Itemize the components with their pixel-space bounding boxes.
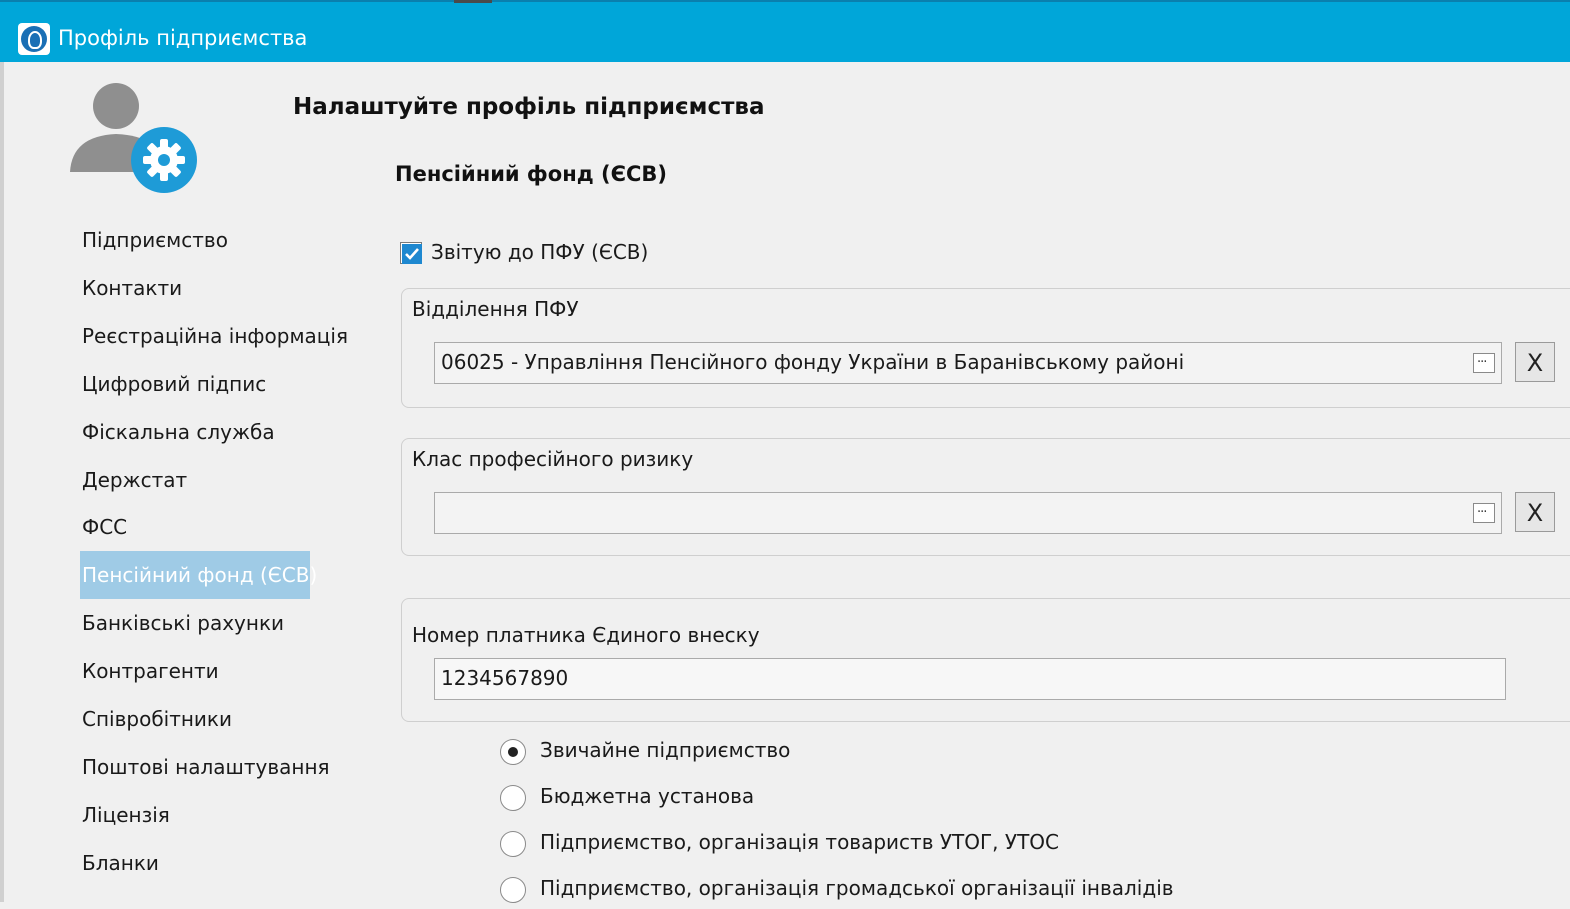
sidebar-item-license[interactable]: Ліцензія xyxy=(80,791,172,839)
sidebar-item-pension-fund[interactable]: Пенсійний фонд (ЄСВ) xyxy=(80,551,317,599)
sidebar-item-contacts[interactable]: Контакти xyxy=(80,264,184,312)
radio-label: Звичайне підприємство xyxy=(540,738,791,762)
sidebar-item-fss[interactable]: ФСС xyxy=(80,503,129,551)
checkmark-icon xyxy=(402,244,422,264)
pfu-department-label: Відділення ПФУ xyxy=(412,297,579,321)
radio-label: Підприємство, організація громадської ор… xyxy=(540,876,1174,900)
pfu-department-field[interactable]: 06025 - Управління Пенсійного фонду Укра… xyxy=(434,342,1502,384)
window-title: Профіль підприємства xyxy=(58,26,308,50)
section-title: Пенсійний фонд (ЄСВ) xyxy=(395,162,668,186)
sidebar-item-enterprise[interactable]: Підприємство xyxy=(80,216,230,264)
sidebar-item-digital-signature[interactable]: Цифровий підпис xyxy=(80,360,268,408)
risk-class-browse-button[interactable] xyxy=(1473,501,1495,523)
report-pfu-label: Звітую до ПФУ (ЄСВ) xyxy=(431,240,649,264)
pfu-department-value: 06025 - Управління Пенсійного фонду Укра… xyxy=(441,350,1185,374)
payer-number-group: Номер платника Єдиного внеску 1234567890 xyxy=(401,598,1570,722)
pfu-department-clear-button[interactable]: X xyxy=(1515,342,1555,382)
sidebar-item-employees[interactable]: Співробітники xyxy=(80,695,234,743)
profile-settings-icon xyxy=(70,83,197,193)
radio-button[interactable] xyxy=(500,831,526,857)
risk-class-clear-button[interactable]: X xyxy=(1515,492,1555,532)
radio-label: Бюджетна установа xyxy=(540,784,755,808)
window-left-border xyxy=(0,62,4,902)
pfu-department-group: Відділення ПФУ 06025 - Управління Пенсій… xyxy=(401,288,1570,408)
radio-button-selected[interactable] xyxy=(500,739,526,765)
sidebar-item-counterparties[interactable]: Контрагенти xyxy=(80,647,221,695)
app-logo-icon xyxy=(18,23,50,55)
sidebar-item-forms[interactable]: Бланки xyxy=(80,839,161,887)
radio-label: Підприємство, організація товариств УТОГ… xyxy=(540,830,1060,854)
sidebar-item-registration-info[interactable]: Реєстраційна інформація xyxy=(80,312,350,360)
title-bar: Профіль підприємства xyxy=(0,0,1570,62)
radio-button[interactable] xyxy=(500,877,526,903)
report-pfu-checkbox[interactable] xyxy=(400,242,422,264)
sidebar-item-mail-settings[interactable]: Поштові налаштування xyxy=(80,743,332,791)
title-bar-top-line xyxy=(0,0,1570,2)
sidebar-item-bank-accounts[interactable]: Банківські рахунки xyxy=(80,599,286,647)
payer-number-input[interactable]: 1234567890 xyxy=(434,658,1506,700)
title-bar-drag-mark xyxy=(454,0,492,3)
risk-class-group: Клас професійного ризику X xyxy=(401,438,1570,556)
payer-number-value: 1234567890 xyxy=(441,666,569,690)
risk-class-label: Клас професійного ризику xyxy=(412,447,694,471)
payer-number-label: Номер платника Єдиного внеску xyxy=(412,623,760,647)
radio-button[interactable] xyxy=(500,785,526,811)
risk-class-field[interactable] xyxy=(434,492,1502,534)
sidebar-item-fiscal-service[interactable]: Фіскальна служба xyxy=(80,408,277,456)
pfu-department-browse-button[interactable] xyxy=(1473,351,1495,373)
sidebar-item-derzhstat[interactable]: Держстат xyxy=(80,456,189,504)
page-heading: Налаштуйте профіль підприємства xyxy=(293,94,765,120)
